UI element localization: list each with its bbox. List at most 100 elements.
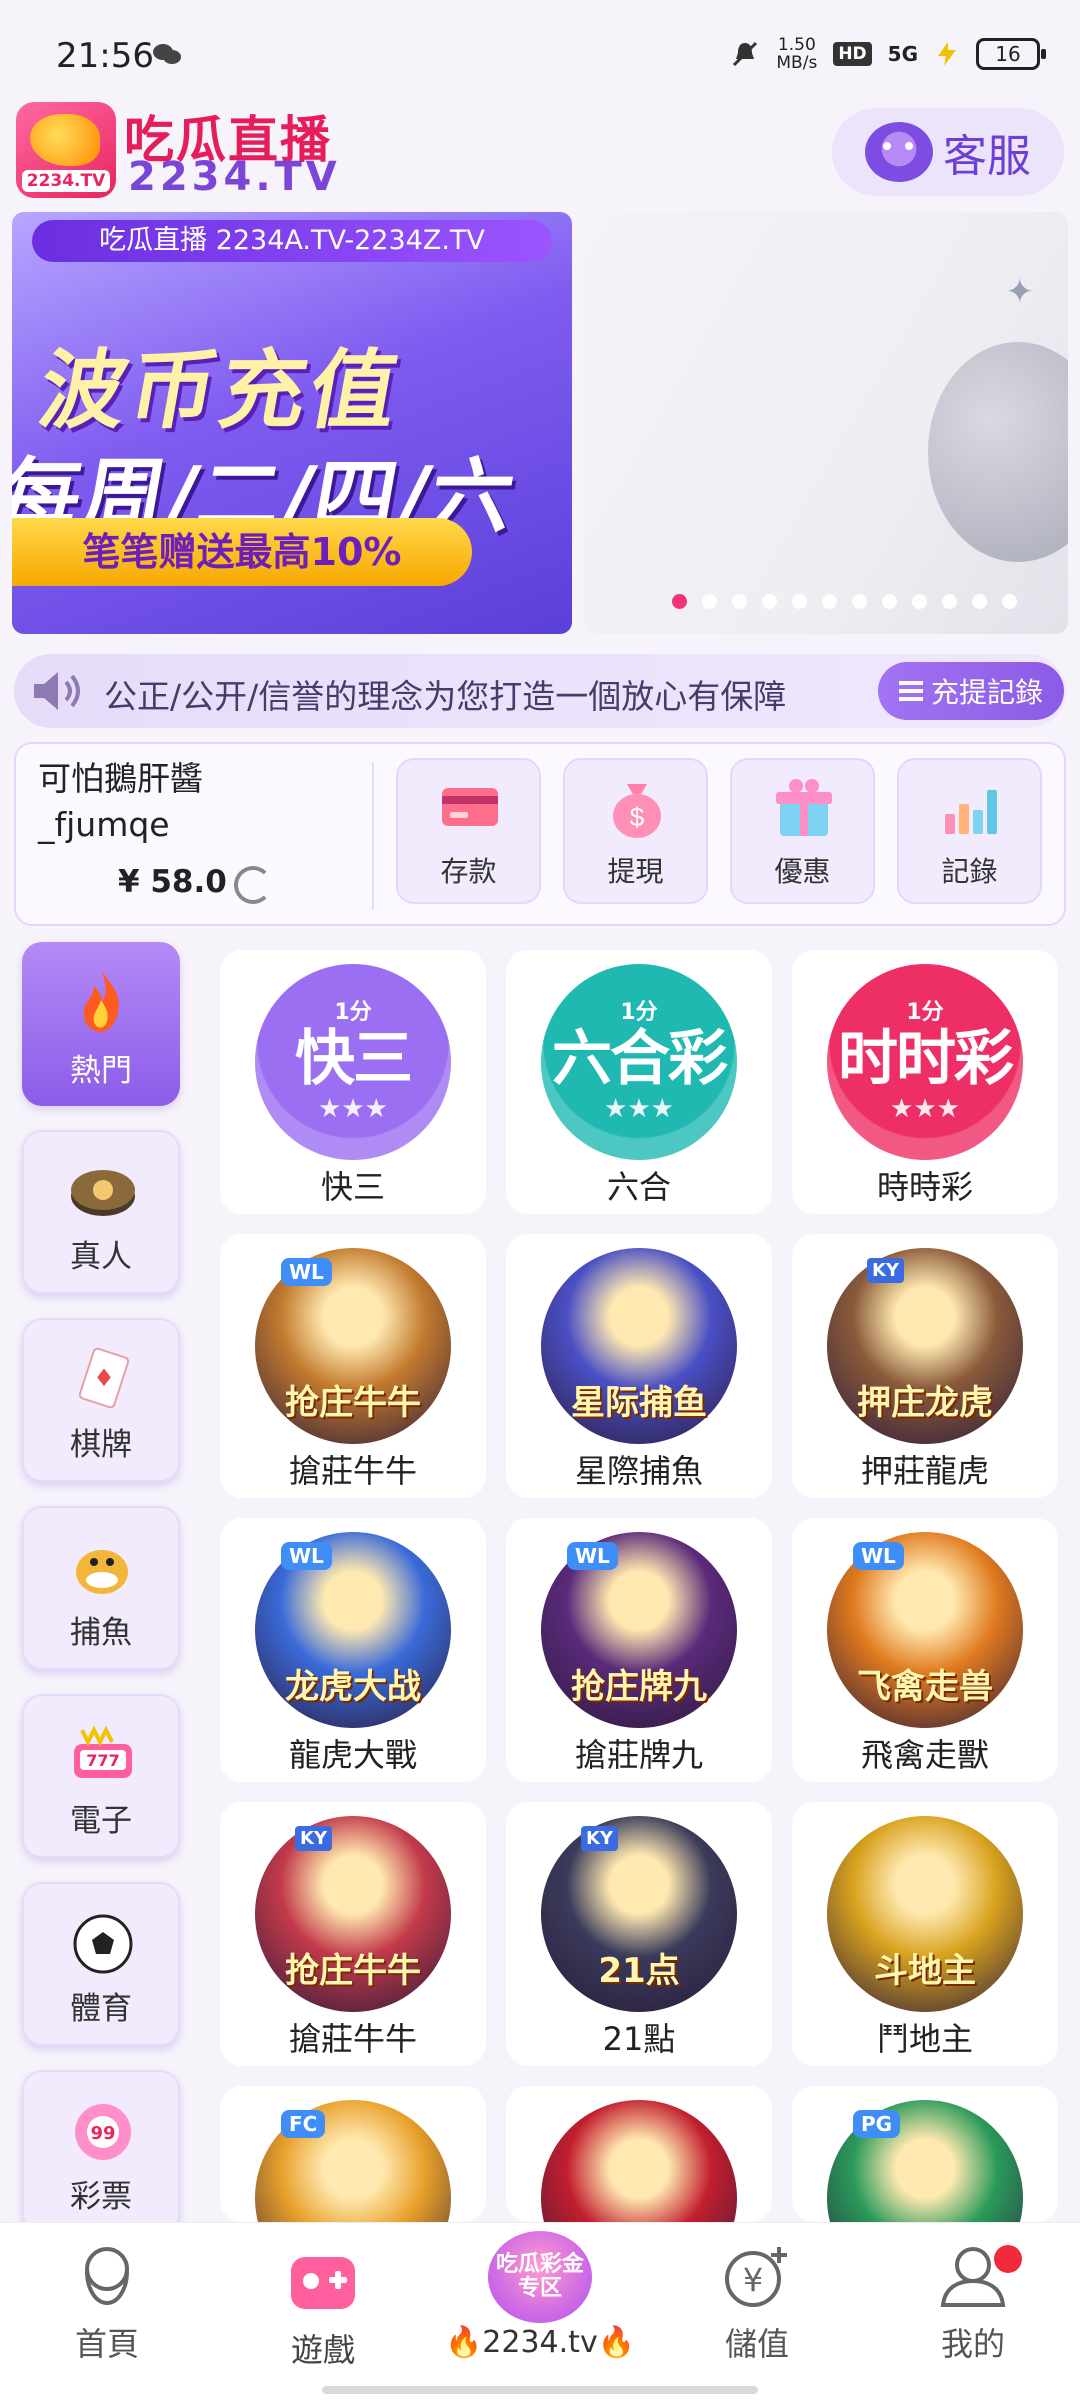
nav-bonus-zone[interactable]: 吃瓜彩金专区 🔥2234.tv🔥: [432, 2231, 648, 2360]
notification-dot: [994, 2245, 1022, 2273]
game-card[interactable]: 1分 时时彩 ★★★ 時時彩: [792, 950, 1058, 1214]
promotions-button[interactable]: 優惠: [730, 758, 875, 904]
username-line2: _fjumqe: [38, 805, 170, 844]
game-title: 龍虎大戰: [288, 1736, 417, 1774]
game-card[interactable]: 1分 快三 ★★★ 快三: [220, 950, 486, 1214]
banner-slide-next[interactable]: ✦: [584, 212, 1068, 634]
customer-service-button[interactable]: 客服: [832, 108, 1064, 196]
game-artwork-label: 斗地主: [874, 1951, 976, 1991]
notice-text: 公正/公开/信誉的理念为您打造一個放心有保障: [104, 677, 787, 716]
game-title: 六合: [606, 1168, 671, 1206]
account-actions: 存款 $ 提現 優惠 記錄: [396, 758, 1042, 904]
game-card[interactable]: 21点 KY 21點: [506, 1802, 772, 2066]
deposit-withdraw-records-button[interactable]: 充提記錄: [878, 662, 1064, 720]
category-hot[interactable]: 熱門: [22, 942, 180, 1106]
game-card[interactable]: FC: [220, 2086, 486, 2296]
game-badge-main: 六合彩: [552, 1024, 728, 1094]
carousel-dot[interactable]: [702, 594, 717, 609]
carousel-dot[interactable]: [1002, 594, 1017, 609]
status-time: 21:56: [56, 36, 154, 76]
records-button[interactable]: 記錄: [897, 758, 1042, 904]
carousel-dot[interactable]: [852, 594, 867, 609]
game-artwork: 龙虎大战 WL: [255, 1532, 451, 1728]
banner-carousel[interactable]: 吃瓜直播 2234A.TV-2234Z.TV 波币充值 每周/二/四/六 笔笔赠…: [12, 212, 1068, 638]
carousel-dot[interactable]: [912, 594, 927, 609]
yuan-plus-icon: ¥: [725, 2247, 787, 2307]
bar-chart-icon: [945, 790, 997, 834]
lottery-ball-icon: 99: [75, 2104, 131, 2160]
carousel-dot[interactable]: [942, 594, 957, 609]
svg-text:♦: ♦: [93, 1364, 115, 1392]
nav-home[interactable]: 首頁: [22, 2241, 192, 2365]
logo-tv-text: 2234.TV: [22, 170, 110, 192]
game-artwork-label: 龙虎大战: [285, 1667, 421, 1707]
withdraw-label: 提現: [607, 855, 664, 888]
category-label: 真人: [70, 1239, 132, 1275]
banner-slide-recharge[interactable]: 吃瓜直播 2234A.TV-2234Z.TV 波币充值 每周/二/四/六 笔笔赠…: [12, 212, 572, 634]
category-fishing[interactable]: 捕魚: [22, 1506, 180, 1670]
customer-service-label: 客服: [943, 131, 1031, 182]
bottom-navigation: 首頁 遊戲 吃瓜彩金专区 🔥2234.tv🔥 ¥ 儲值 我的: [0, 2222, 1080, 2400]
category-label: 棋牌: [70, 1427, 132, 1463]
game-title: 快三: [320, 1168, 385, 1206]
wechat-icon: [153, 44, 181, 64]
category-live-casino[interactable]: 真人: [22, 1130, 180, 1294]
game-card[interactable]: 龙虎大战 WL 龍虎大戰: [220, 1518, 486, 1782]
game-artwork-label: 押庄龙虎: [857, 1383, 993, 1423]
network-speed-value: 1.50: [777, 35, 816, 55]
category-sports[interactable]: 體育: [22, 1882, 180, 2046]
refresh-balance-icon[interactable]: [234, 866, 272, 904]
game-card[interactable]: 斗地主 鬥地主: [792, 1802, 1058, 2066]
carousel-dot[interactable]: [792, 594, 807, 609]
category-label: 彩票: [70, 2179, 132, 2215]
nav-profile[interactable]: 我的: [888, 2241, 1058, 2365]
svg-text:¥: ¥: [743, 2261, 763, 2299]
bonus-zone-badge: 吃瓜彩金专区: [488, 2231, 592, 2323]
provider-tag: KY: [867, 1258, 904, 1283]
nav-recharge[interactable]: ¥ 儲值: [672, 2241, 842, 2365]
provider-tag: WL: [567, 1542, 618, 1570]
carousel-dot[interactable]: [972, 594, 987, 609]
carousel-dot[interactable]: [762, 594, 777, 609]
game-card[interactable]: 1分 六合彩 ★★★ 六合: [506, 950, 772, 1214]
stars-icon: ★★★: [318, 1094, 388, 1124]
status-right: 1.50 MB/s HD 5G 16: [730, 36, 1046, 72]
game-card[interactable]: [506, 2086, 772, 2296]
game-card[interactable]: PG: [792, 2086, 1058, 2296]
category-lottery[interactable]: 99 彩票: [22, 2070, 180, 2234]
carousel-dot[interactable]: [822, 594, 837, 609]
divider: [372, 762, 374, 910]
brand-domain: 2234.TV: [128, 154, 341, 200]
game-card[interactable]: 抢庄牛牛 WL 搶莊牛牛: [220, 1234, 486, 1498]
logo-mascot-icon: [30, 114, 100, 166]
game-card[interactable]: 星际捕鱼 星際捕魚: [506, 1234, 772, 1498]
game-card[interactable]: 飞禽走兽 WL 飛禽走獸: [792, 1518, 1058, 1782]
svg-text:99: 99: [90, 2123, 115, 2144]
game-card[interactable]: 抢庄牛牛 KY 搶莊牛牛: [220, 1802, 486, 2066]
charging-bolt-icon: [938, 42, 956, 66]
category-card-games[interactable]: ♦ 棋牌: [22, 1318, 180, 1482]
provider-tag: PG: [853, 2110, 901, 2138]
game-badge-top: 1分: [334, 1000, 372, 1025]
sparkle-icon: ✦: [1005, 272, 1035, 312]
game-card[interactable]: 押庄龙虎 KY 押莊龍虎: [792, 1234, 1058, 1498]
soccer-ball-icon: [73, 1914, 133, 1974]
withdraw-button[interactable]: $ 提現: [563, 758, 708, 904]
network-speed: 1.50 MB/s: [776, 36, 817, 72]
deposit-button[interactable]: 存款: [396, 758, 541, 904]
carousel-dot[interactable]: [882, 594, 897, 609]
carousel-dot[interactable]: [732, 594, 747, 609]
game-card[interactable]: 抢庄牌九 WL 搶莊牌九: [506, 1518, 772, 1782]
promotions-label: 優惠: [774, 855, 831, 888]
nav-games[interactable]: 遊戲: [238, 2247, 408, 2371]
game-badge-main: 时时彩: [838, 1024, 1014, 1094]
carousel-dot[interactable]: [672, 594, 687, 609]
category-slots[interactable]: 777 電子: [22, 1694, 180, 1858]
signal-5g: 5G: [887, 42, 918, 66]
notice-marquee: 公正/公开/信誉的理念为您打造一個放心有保障 充提記錄: [14, 654, 1066, 728]
game-title: 時時彩: [876, 1168, 973, 1206]
planet-illustration: [928, 342, 1068, 562]
speaker-icon: [34, 672, 80, 710]
game-title: 星際捕魚: [574, 1452, 703, 1490]
home-avatar-icon: [85, 2247, 129, 2306]
